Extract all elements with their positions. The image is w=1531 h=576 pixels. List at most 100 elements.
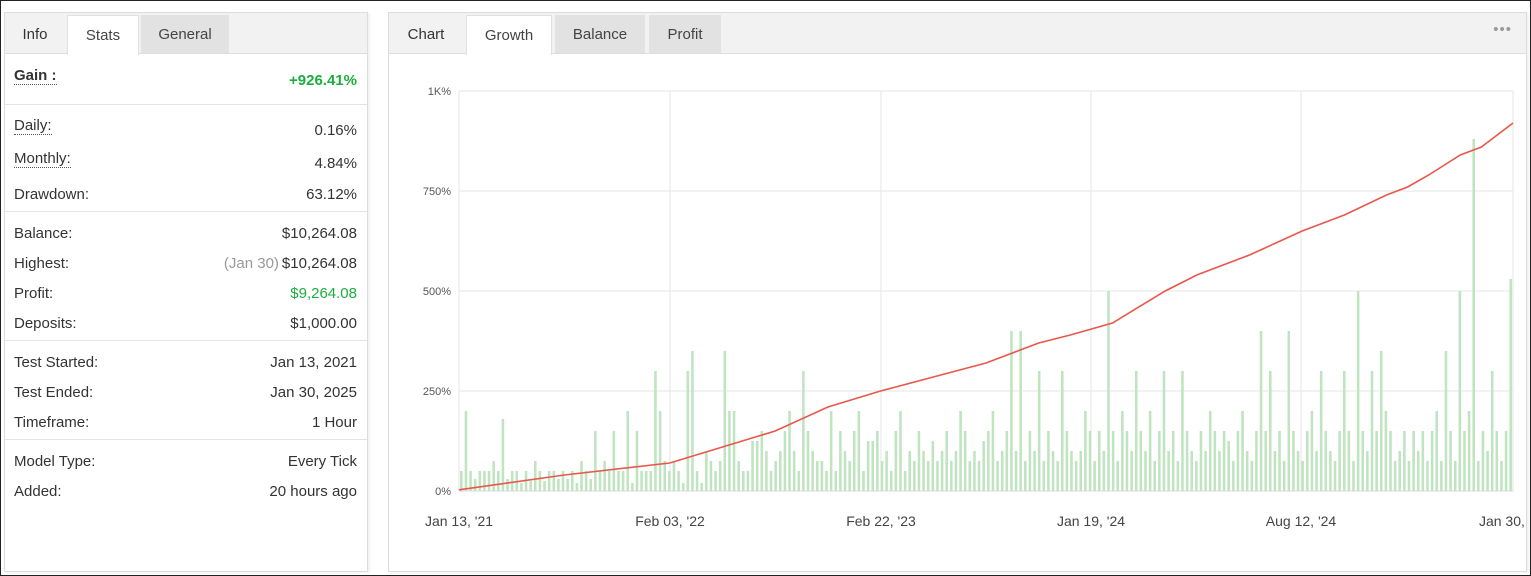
daily-bar (769, 471, 773, 491)
daily-bar (732, 411, 736, 491)
daily-bar (1014, 451, 1018, 491)
daily-bar (1467, 411, 1471, 491)
daily-bar (788, 411, 791, 491)
daily-bar (1185, 431, 1189, 491)
daily-bar (672, 461, 676, 491)
daily-bar (510, 471, 514, 491)
daily-bar (543, 481, 546, 491)
daily-bar (478, 471, 482, 491)
daily-bar (1116, 461, 1120, 491)
daily-bar (654, 371, 657, 491)
daily-bar (1042, 461, 1046, 491)
timeframe-row: Timeframe: 1 Hour (5, 407, 367, 439)
daily-bar (1250, 461, 1254, 491)
daily-bar (1389, 431, 1392, 491)
daily-bar (1426, 461, 1429, 491)
daily-bar (1051, 451, 1055, 491)
x-tick-label: Feb 03, '22 (635, 513, 705, 529)
daily-bar (534, 461, 537, 491)
daily-bar (464, 411, 468, 491)
daily-bar (1435, 411, 1438, 491)
daily-bar (1453, 461, 1457, 491)
test-started-row: Test Started: Jan 13, 2021 (5, 347, 367, 377)
daily-bar (751, 441, 754, 491)
daily-bar (783, 431, 787, 491)
daily-bar (1287, 331, 1291, 491)
daily-bar (1102, 451, 1106, 491)
monthly-row: Monthly: 4.84% (5, 141, 367, 179)
drawdown-row: Drawdown: 63.12% (5, 179, 367, 211)
daily-bar (950, 461, 953, 491)
daily-bar (848, 461, 851, 491)
daily-bar (1329, 451, 1332, 491)
daily-bar (1259, 331, 1263, 491)
daily-bar (1148, 411, 1152, 491)
daily-bar (691, 351, 694, 491)
daily-bar (857, 411, 861, 491)
daily-bar (1463, 431, 1466, 491)
daily-bar (1056, 461, 1059, 491)
daily-bar (815, 461, 819, 491)
timeframe-value: 1 Hour (311, 414, 357, 431)
daily-bar (1024, 461, 1027, 491)
daily-bar (1047, 431, 1050, 491)
balance-row: Balance: $10,264.08 (5, 218, 367, 248)
deposits-label: Deposits: (14, 315, 77, 332)
stats-list: Gain : +926.41% Daily: 0.16% Monthly: 4.… (5, 54, 367, 506)
tab-info[interactable]: Info (5, 15, 65, 53)
daily-bar (880, 461, 884, 491)
daily-bar (1292, 431, 1295, 491)
daily-bar (1121, 411, 1124, 491)
daily-bar (987, 431, 990, 491)
daily-bar (552, 471, 556, 491)
daily-bar (1278, 431, 1281, 491)
daily-bar (1315, 451, 1318, 491)
daily-bar (908, 451, 911, 491)
gain-row: Gain : +926.41% (5, 54, 367, 104)
daily-bar (1403, 431, 1406, 491)
daily-label[interactable]: Daily: (14, 118, 52, 135)
x-tick-label: Aug 12, '24 (1266, 513, 1337, 529)
daily-bar (1130, 451, 1133, 491)
daily-bar (1144, 451, 1147, 491)
daily-bar (1412, 431, 1415, 491)
tab-stats[interactable]: Stats (67, 15, 139, 55)
daily-bar (1296, 451, 1300, 491)
growth-chart: 0% 250% 500% 750% 1K% Jan 13, '21 Feb 03, '22 F… (423, 86, 1526, 529)
tab-general[interactable]: General (141, 15, 229, 53)
added-row: Added: 20 hours ago (5, 476, 367, 506)
daily-bar (1264, 431, 1267, 491)
daily-bar (802, 371, 805, 491)
balance-label: Balance: (14, 225, 73, 242)
daily-bar (936, 461, 939, 491)
deposits-value: $1,000.00 (290, 315, 357, 332)
model-type-row: Model Type: Every Tick (5, 446, 367, 476)
daily-bar (737, 461, 740, 491)
daily-row: Daily: 0.16% (5, 111, 367, 141)
gain-label[interactable]: Gain : (14, 68, 57, 85)
daily-bar (746, 471, 750, 491)
daily-bar (497, 471, 500, 491)
monthly-value: 4.84% (314, 155, 357, 172)
daily-bar (1301, 461, 1304, 491)
daily-bar (1407, 461, 1411, 491)
daily-bar (1282, 461, 1286, 491)
daily-bar (1111, 431, 1115, 491)
highest-date-note: (Jan 30) (223, 255, 279, 272)
daily-bar (1167, 451, 1170, 491)
daily-bar (617, 471, 620, 491)
y-tick-label: 250% (423, 386, 451, 398)
daily-bar (1384, 411, 1388, 491)
daily-bar (792, 451, 796, 491)
daily-bar (483, 471, 486, 491)
daily-bar (644, 471, 648, 491)
daily-bar (1065, 431, 1069, 491)
profit-label: Profit: (14, 285, 54, 302)
daily-bar (871, 441, 875, 491)
monthly-label[interactable]: Monthly: (14, 151, 71, 168)
daily-bar (1444, 351, 1448, 491)
daily-bar (1125, 431, 1129, 491)
daily-bar (945, 431, 948, 491)
daily-bar (561, 471, 565, 491)
daily-bar (1232, 461, 1235, 491)
